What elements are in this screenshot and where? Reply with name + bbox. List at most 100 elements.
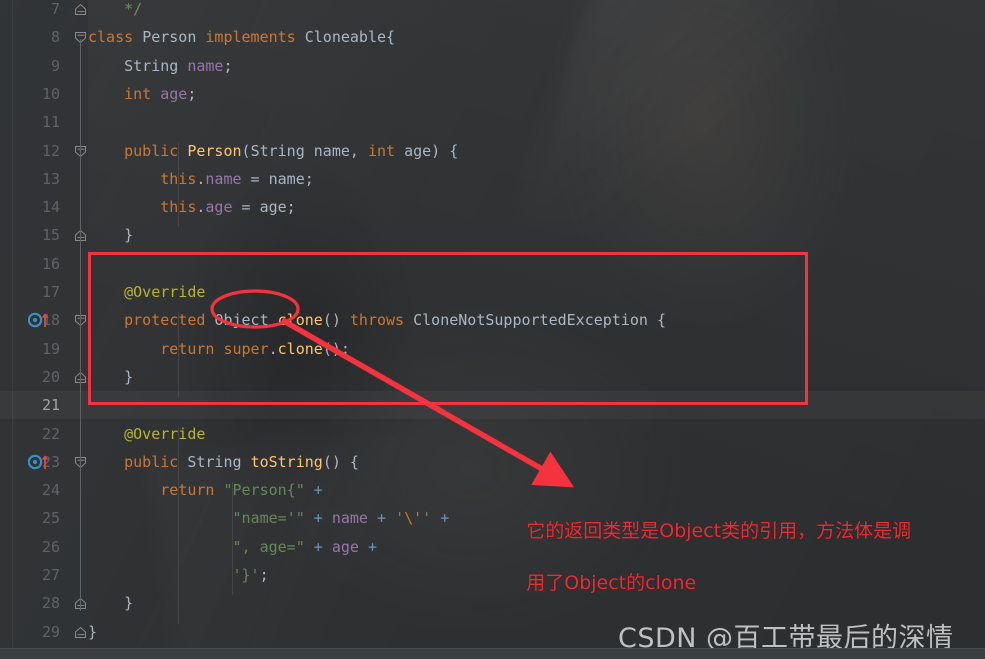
code-line-text[interactable]: String name;	[88, 52, 233, 80]
code-line-text[interactable]: this.age = age;	[88, 193, 296, 221]
code-token: this	[88, 169, 197, 188]
code-token: public	[88, 141, 188, 160]
line-number[interactable]: 7	[0, 0, 60, 23]
code-token: clone	[277, 339, 323, 358]
code-token: +	[431, 509, 450, 528]
line-number[interactable]: 17	[0, 278, 60, 306]
code-token: }	[88, 594, 134, 613]
line-number[interactable]: 22	[0, 420, 60, 448]
code-token: }	[88, 622, 98, 641]
code-line-text[interactable]: @Override	[88, 278, 205, 306]
overriding-method-marker-icon[interactable]	[28, 312, 54, 340]
code-token: +	[304, 509, 332, 528]
line-number[interactable]: 28	[0, 589, 60, 617]
code-line-text[interactable]: }	[88, 589, 133, 617]
code-token: @Override	[88, 283, 206, 301]
line-number[interactable]: 14	[0, 193, 60, 221]
line-number[interactable]: 13	[0, 165, 60, 193]
code-token: \'	[404, 509, 423, 528]
code-token: String	[88, 56, 188, 75]
code-line[interactable]	[0, 221, 985, 249]
code-token: }	[88, 367, 134, 386]
code-line[interactable]	[0, 618, 985, 646]
code-line[interactable]	[0, 250, 985, 278]
code-token: +	[358, 537, 377, 556]
code-line-text[interactable]: int age;	[88, 80, 196, 108]
code-token: ", age="	[88, 537, 305, 556]
code-token: age	[205, 198, 233, 217]
code-line-text[interactable]: @Override	[88, 420, 205, 448]
code-line-text[interactable]: this.name = name;	[88, 165, 314, 193]
code-editor[interactable]: 7 */ 8 class Person implements Cloneable{ 9…	[0, 0, 985, 659]
code-line-text[interactable]: class Person implements Cloneable{	[88, 23, 395, 51]
line-number[interactable]: 27	[0, 561, 60, 589]
code-token: class	[88, 28, 143, 47]
code-line-text[interactable]: }	[88, 618, 97, 646]
code-token: '}'	[88, 566, 260, 584]
code-line[interactable]	[0, 363, 985, 391]
line-number[interactable]: 25	[0, 504, 60, 532]
code-line[interactable]	[0, 108, 985, 136]
code-token: Object	[214, 311, 278, 330]
code-line-text[interactable]: protected Object clone() throws CloneNot…	[88, 306, 666, 334]
line-number[interactable]: 16	[0, 250, 60, 278]
code-token: CloneNotSupportedException	[413, 311, 657, 330]
line-number[interactable]: 20	[0, 363, 60, 391]
indent-guide	[178, 312, 179, 398]
code-line-text[interactable]: public Person(String name, int age) {	[88, 137, 458, 165]
code-token: this	[88, 198, 197, 217]
code-token: age	[331, 537, 359, 556]
code-token: int	[88, 84, 161, 103]
overriding-method-marker-icon[interactable]	[28, 454, 54, 482]
code-token: ()	[322, 311, 350, 330]
line-number[interactable]: 29	[0, 618, 60, 646]
code-token: {	[656, 311, 666, 330]
code-token: name	[331, 509, 368, 528]
fold-end-icon[interactable]	[74, 3, 87, 31]
code-token: = age;	[232, 198, 296, 217]
line-number[interactable]: 8	[0, 23, 60, 51]
line-number[interactable]: 12	[0, 137, 60, 165]
indent-guide	[178, 425, 179, 624]
code-line-text[interactable]: }	[88, 221, 133, 249]
code-token: int	[367, 141, 405, 160]
code-token: String	[250, 141, 314, 160]
fold-region-line	[80, 39, 81, 611]
code-line-text[interactable]: return "Person{" +	[88, 476, 323, 504]
code-token: age	[160, 84, 188, 103]
code-token: Person	[187, 141, 242, 160]
horizontal-scrollbar[interactable]	[0, 648, 985, 659]
code-token: '	[422, 509, 432, 528]
code-token: name,	[313, 141, 368, 160]
code-line-text[interactable]: }	[88, 363, 133, 391]
line-number[interactable]: 21	[0, 391, 60, 419]
code-token: clone	[277, 311, 323, 330]
code-line-text[interactable]: public String toString() {	[88, 448, 359, 476]
line-number[interactable]: 11	[0, 108, 60, 136]
code-token: throws	[349, 311, 414, 330]
line-number[interactable]: 26	[0, 533, 60, 561]
line-number[interactable]: 9	[0, 52, 60, 80]
line-number[interactable]: 10	[0, 80, 60, 108]
editor-window: 7 */ 8 class Person implements Cloneable{ 9…	[0, 0, 985, 659]
code-line[interactable]	[0, 0, 985, 23]
code-token: toString	[250, 452, 323, 471]
code-token: return	[88, 481, 224, 500]
code-token: age) {	[404, 141, 459, 160]
code-token: implements	[205, 28, 305, 47]
code-line-text[interactable]: "name='" + name + '\'' +	[88, 504, 449, 532]
line-number[interactable]: 15	[0, 221, 60, 249]
code-token: name	[205, 169, 242, 188]
code-token: (	[241, 141, 251, 160]
code-line-text[interactable]: */	[88, 0, 142, 23]
code-token: '	[395, 509, 405, 528]
code-token: () {	[322, 452, 359, 471]
code-token: name	[187, 56, 224, 75]
code-token: .	[268, 339, 278, 358]
code-token: ;	[223, 56, 233, 75]
code-line[interactable]	[0, 589, 985, 617]
code-token: "Person{"	[223, 481, 305, 500]
code-token: */	[88, 0, 143, 18]
code-line-text[interactable]: return super.clone();	[88, 335, 350, 363]
code-line[interactable]	[0, 391, 985, 419]
